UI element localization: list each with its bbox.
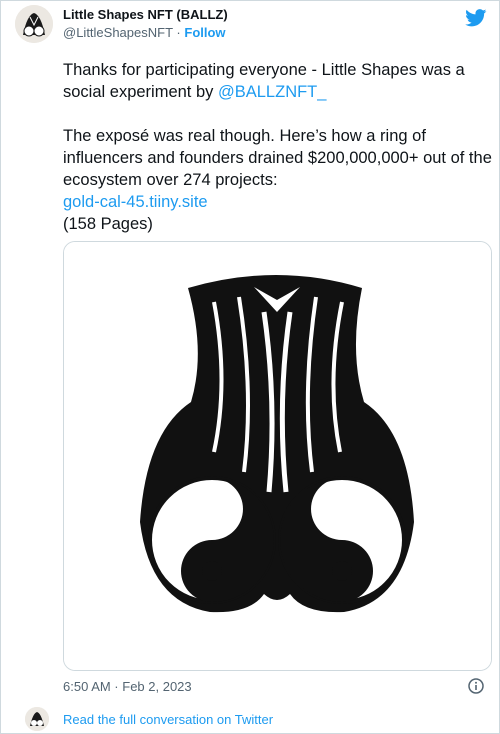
twitter-bird-icon[interactable] [465, 9, 487, 27]
yin-yang-right [278, 476, 406, 604]
reply-avatar [25, 707, 49, 731]
author-avatar[interactable] [15, 5, 53, 43]
tweet-paragraph-2: The exposé was real though. Here’s how a… [63, 127, 492, 189]
embedded-tweet-card: Little Shapes NFT (BALLZ) @LittleShapesN… [0, 0, 500, 734]
author-display-name[interactable]: Little Shapes NFT (BALLZ) [63, 7, 228, 22]
author-handle[interactable]: @LittleShapesNFT [63, 25, 173, 40]
tweet-media-image[interactable] [63, 241, 492, 671]
read-full-conversation-link[interactable]: Read the full conversation on Twitter [63, 712, 273, 727]
tweet-timestamp[interactable]: 6:50 AM · Feb 2, 2023 [63, 679, 192, 694]
separator: · [176, 25, 181, 40]
pages-count: (158 Pages) [63, 215, 153, 233]
yin-yang-left [148, 476, 276, 604]
mention-link[interactable]: @BALLZNFT_ [218, 83, 326, 101]
info-icon[interactable] [468, 678, 484, 694]
tweet-body: Thanks for participating everyone - Litt… [63, 59, 495, 235]
external-link[interactable]: gold-cal-45.tiiny.site [63, 193, 208, 211]
author-handle-row: @LittleShapesNFT · Follow [63, 25, 226, 40]
follow-button[interactable]: Follow [184, 25, 225, 40]
tweet-paragraph-1: Thanks for participating everyone - Litt… [63, 59, 495, 103]
